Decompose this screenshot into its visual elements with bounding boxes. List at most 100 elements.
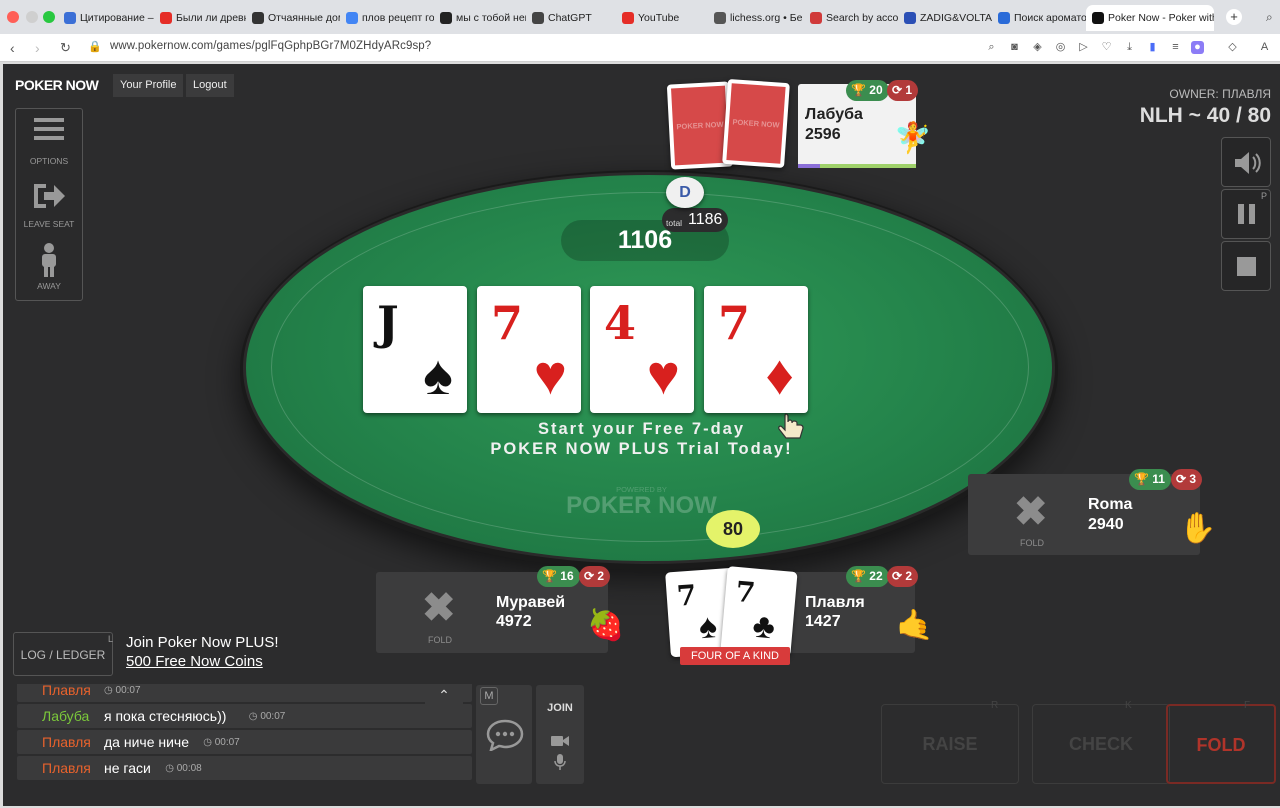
fold-x-icon: ✖: [422, 586, 456, 630]
tab-strip: Цитирование – Были ли древн Отчаянные дом п…: [58, 4, 1214, 32]
fold-button[interactable]: FOLD: [1166, 704, 1276, 784]
camera-icon[interactable]: ◙: [1008, 41, 1021, 54]
promo-line-1[interactable]: Start your Free 7-day: [3, 420, 1280, 439]
join-button[interactable]: JOIN: [536, 702, 584, 714]
minimize-window-button[interactable]: [26, 11, 38, 23]
promo-line-2[interactable]: POKER NOW PLUS Trial Today!: [3, 440, 1280, 459]
pause-button[interactable]: P: [1221, 189, 1271, 239]
tab-label: Были ли древн: [176, 12, 246, 24]
chat-button[interactable]: M: [476, 685, 532, 784]
menu-icon[interactable]: ≡: [1169, 41, 1182, 54]
check-button[interactable]: CHECK: [1032, 704, 1170, 784]
chat-text: да ниче ниче: [104, 734, 189, 750]
profile-icon[interactable]: ●: [1191, 41, 1204, 54]
player-stack-roma: 2940: [1088, 516, 1124, 533]
vpn-icon[interactable]: ◎: [1054, 41, 1067, 54]
chat-log[interactable]: Плавля ◷ 00:07 Лабуба я пока стесняюсь)) ◷ 0…: [13, 684, 473, 784]
rebuys-badge-plavlya: ⟳ 2: [887, 566, 919, 587]
free-coins-link[interactable]: 500 Free Now Coins: [126, 653, 263, 670]
log-ledger-button[interactable]: LOG / LEDGER: [13, 632, 113, 676]
heart-icon[interactable]: ♡: [1100, 41, 1113, 54]
rebuys-count: 1: [905, 83, 913, 97]
video-camera-icon[interactable]: [550, 734, 570, 748]
clock-icon: ◷: [104, 685, 116, 696]
search-tabs-icon[interactable]: ⌕: [1266, 10, 1273, 25]
toggle-icon[interactable]: ▮: [1146, 41, 1159, 54]
player-name-plavlya: Плавля: [805, 594, 865, 611]
fold-key-hint: F: [1244, 700, 1251, 711]
leave-seat-button[interactable]: LEAVE SEAT: [16, 181, 82, 236]
close-window-button[interactable]: [7, 11, 19, 23]
chat-time: 00:08: [176, 763, 202, 774]
away-button[interactable]: AWAY: [16, 243, 82, 298]
browser-tab[interactable]: ChatGPT: [526, 5, 616, 31]
pokernow-logo[interactable]: POKER NOW: [9, 74, 104, 97]
chat-text: не гаси: [104, 760, 151, 776]
chat-author: Плавля: [42, 684, 91, 698]
card-suit-icon: ♠: [697, 607, 719, 647]
search-site-icon: [810, 12, 822, 24]
your-profile-button[interactable]: Your Profile: [113, 74, 184, 97]
chat-time: 00:07: [260, 711, 286, 722]
cube-icon[interactable]: ◇: [1226, 41, 1239, 54]
microphone-icon[interactable]: [554, 753, 566, 771]
browser-tab[interactable]: ZADIG&VOLTAIR: [898, 5, 992, 31]
sound-button[interactable]: [1221, 137, 1271, 187]
browser-tab[interactable]: Цитирование –: [58, 5, 154, 31]
maximize-window-button[interactable]: [43, 11, 55, 23]
url-field[interactable]: www.pokernow.com/games/pglFqGphpBGr7M0ZH…: [110, 40, 431, 52]
zoom-icon[interactable]: ⌕: [985, 41, 998, 54]
chat-author: Плавля: [42, 760, 91, 776]
pause-key: P: [1260, 191, 1267, 201]
back-button[interactable]: ‹: [10, 40, 15, 56]
browser-tab[interactable]: Отчаянные дом: [246, 5, 340, 31]
play-icon[interactable]: ▷: [1077, 41, 1090, 54]
scroll-up-button[interactable]: ⌃: [425, 684, 463, 706]
new-tab-button[interactable]: +: [1226, 9, 1242, 25]
card-suit-icon: ♠: [423, 343, 453, 406]
owner-label: OWNER: ПЛАВЛЯ: [1169, 87, 1271, 101]
shield-icon[interactable]: ◈: [1031, 41, 1044, 54]
fold-label: FOLD: [1020, 538, 1045, 548]
browser-tab[interactable]: мы с тобой нем: [434, 5, 526, 31]
rebuys-count: 2: [905, 569, 913, 583]
browser-tab[interactable]: YouTube: [616, 5, 708, 31]
chat-message: Плавля да ниче ниче ◷ 00:07: [17, 730, 472, 754]
lichess-icon: [714, 12, 726, 24]
browser-tab[interactable]: Poker Now - Poker with×: [1086, 5, 1214, 31]
logout-button[interactable]: Logout: [186, 74, 234, 97]
browser-tab[interactable]: Поиск аромато: [992, 5, 1086, 31]
check-key-hint: K: [1125, 700, 1132, 711]
chat-text: я пока стесняюсь)): [104, 708, 227, 724]
join-plus-text: Join Poker Now PLUS!: [126, 634, 279, 651]
browser-tab[interactable]: Были ли древн: [154, 5, 246, 31]
download-icon[interactable]: ⤓: [1123, 41, 1136, 54]
stop-button[interactable]: [1221, 241, 1271, 291]
rebuys-count: 3: [1189, 472, 1197, 486]
tab-label: Цитирование –: [80, 12, 154, 24]
wins-count: 22: [869, 569, 883, 583]
browser-tab[interactable]: lichess.org • Бе: [708, 5, 804, 31]
tab-label: Отчаянные дом: [268, 12, 340, 24]
tab-label: ZADIG&VOLTAIR: [920, 12, 992, 24]
chat-author: Лабуба: [42, 708, 90, 724]
translate-icon[interactable]: A: [1258, 41, 1271, 54]
lock-icon: 🔒: [88, 41, 102, 53]
shaka-hand-icon: 🤙: [896, 609, 934, 642]
board-card: 7 ♦: [704, 286, 808, 413]
strawberry-icon: 🍓: [587, 609, 625, 642]
fairy-icon: 🧚: [894, 122, 932, 155]
reload-button[interactable]: ↻: [60, 40, 71, 56]
address-bar: ‹ › ↻ 🔒 www.pokernow.com/games/pglFqGphp…: [0, 34, 1280, 62]
timer-bar-start: [798, 164, 820, 168]
options-button[interactable]: OPTIONS: [16, 115, 82, 170]
raised-hand-icon: ✋: [1179, 512, 1217, 545]
forward-button[interactable]: ›: [35, 40, 40, 56]
tab-label: ChatGPT: [548, 12, 592, 24]
raise-button[interactable]: RAISE: [881, 704, 1019, 784]
browser-tab[interactable]: Search by acco: [804, 5, 898, 31]
card-back-2: POKER NOW: [722, 78, 790, 169]
browser-tab[interactable]: плов рецепт го: [340, 5, 434, 31]
tab-label: плов рецепт го: [362, 12, 434, 24]
board-card: J ♠: [363, 286, 467, 413]
